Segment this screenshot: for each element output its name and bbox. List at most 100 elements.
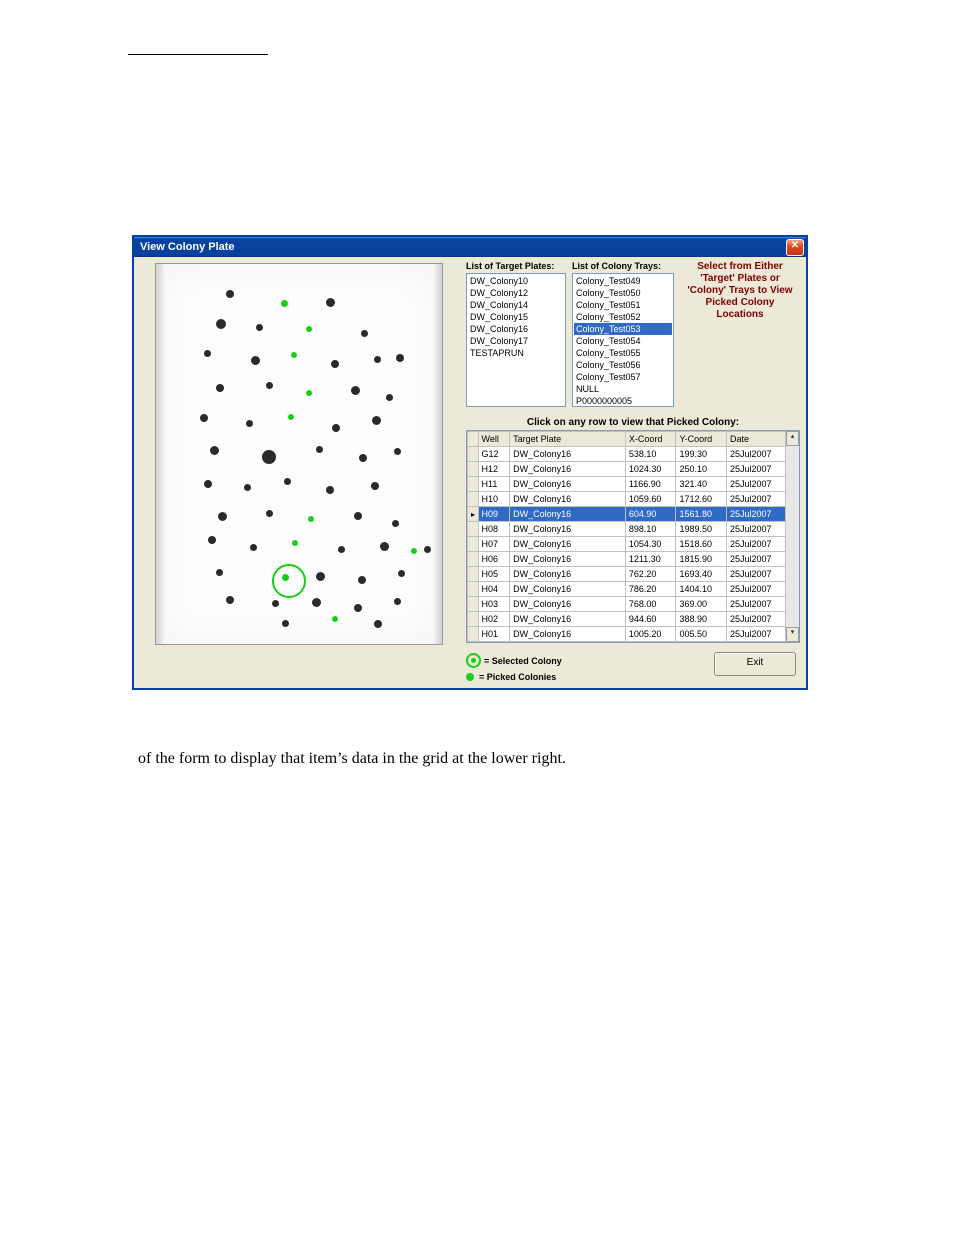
list-item[interactable]: DW_Colony10	[468, 275, 564, 287]
list-item[interactable]: NULL	[574, 383, 672, 395]
colony-dot[interactable]	[332, 424, 340, 432]
picked-colony-dot[interactable]	[332, 616, 338, 622]
list-item[interactable]: DW_Colony16	[468, 323, 564, 335]
colony-dot[interactable]	[204, 480, 212, 488]
colony-dot[interactable]	[374, 356, 381, 363]
colony-dot[interactable]	[244, 484, 251, 491]
colony-dot[interactable]	[210, 446, 219, 455]
table-row[interactable]: H01DW_Colony161005.20005.5025Jul2007	[468, 627, 786, 642]
column-header[interactable]: Target Plate	[510, 432, 626, 447]
colony-dot[interactable]	[386, 394, 393, 401]
colony-dot[interactable]	[326, 298, 335, 307]
colony-dot[interactable]	[394, 448, 401, 455]
picked-colony-dot[interactable]	[291, 352, 297, 358]
list-item[interactable]: DW_Colony17	[468, 335, 564, 347]
table-row[interactable]: H08DW_Colony16898.101989.5025Jul2007	[468, 522, 786, 537]
colony-dot[interactable]	[396, 354, 404, 362]
scroll-up-icon[interactable]: ▴	[786, 431, 799, 446]
colony-dot[interactable]	[312, 598, 321, 607]
colony-dot[interactable]	[262, 450, 276, 464]
colony-dot[interactable]	[216, 569, 223, 576]
exit-button[interactable]: Exit	[714, 652, 796, 676]
list-item[interactable]: P0000000005	[574, 395, 672, 407]
picked-colony-dot[interactable]	[306, 326, 312, 332]
colony-dot[interactable]	[250, 544, 257, 551]
list-item[interactable]: Colony_Test052	[574, 311, 672, 323]
picked-colony-dot[interactable]	[292, 540, 298, 546]
colony-dot[interactable]	[394, 598, 401, 605]
colony-dot[interactable]	[226, 290, 234, 298]
list-item[interactable]: DW_Colony15	[468, 311, 564, 323]
titlebar[interactable]: View Colony Plate ✕	[134, 237, 806, 257]
colony-dot[interactable]	[354, 512, 362, 520]
grid-scrollbar[interactable]: ▴ ▾	[785, 431, 799, 642]
colony-dot[interactable]	[282, 620, 289, 627]
table-row[interactable]: H07DW_Colony161054.301518.6025Jul2007	[468, 537, 786, 552]
column-header[interactable]: Y-Coord	[676, 432, 727, 447]
colony-dot[interactable]	[371, 482, 379, 490]
list-item[interactable]: DW_Colony14	[468, 299, 564, 311]
picked-colony-dot[interactable]	[308, 516, 314, 522]
colony-grid[interactable]: WellTarget PlateX-CoordY-CoordDate G12DW…	[466, 430, 800, 643]
colony-dot[interactable]	[338, 546, 345, 553]
picked-colony-dot[interactable]	[411, 548, 417, 554]
colony-dot[interactable]	[284, 478, 291, 485]
colony-dot[interactable]	[216, 384, 224, 392]
picked-colony-dot[interactable]	[306, 390, 312, 396]
colony-dot[interactable]	[200, 414, 208, 422]
colony-dot[interactable]	[380, 542, 389, 551]
colony-dot[interactable]	[246, 420, 253, 427]
list-item[interactable]: DW_Colony12	[468, 287, 564, 299]
close-button[interactable]: ✕	[786, 239, 804, 256]
colony-dot[interactable]	[424, 546, 431, 553]
colony-dot[interactable]	[208, 536, 216, 544]
colony-dot[interactable]	[266, 510, 273, 517]
table-row[interactable]: H11DW_Colony161166.90321.4025Jul2007	[468, 477, 786, 492]
colony-dot[interactable]	[316, 446, 323, 453]
colony-dot[interactable]	[251, 356, 260, 365]
colony-dot[interactable]	[351, 386, 360, 395]
table-row[interactable]: G12DW_Colony16538.10199.3025Jul2007	[468, 447, 786, 462]
table-row[interactable]: H02DW_Colony16944.60388.9025Jul2007	[468, 612, 786, 627]
table-row[interactable]: H09DW_Colony16604.901561.8025Jul2007	[468, 507, 786, 522]
colony-dot[interactable]	[374, 620, 382, 628]
list-item[interactable]: Colony_Test050	[574, 287, 672, 299]
table-row[interactable]: H04DW_Colony16786.201404.1025Jul2007	[468, 582, 786, 597]
colony-dot[interactable]	[331, 360, 339, 368]
scroll-down-icon[interactable]: ▾	[786, 627, 799, 642]
picked-colony-dot[interactable]	[281, 300, 288, 307]
colony-dot[interactable]	[204, 350, 211, 357]
colony-dot[interactable]	[372, 416, 381, 425]
list-item[interactable]: Colony_Test057	[574, 371, 672, 383]
colony-dot[interactable]	[218, 512, 227, 521]
picked-colony-dot[interactable]	[288, 414, 294, 420]
list-item[interactable]: Colony_Test051	[574, 299, 672, 311]
table-row[interactable]: H06DW_Colony161211.301815.9025Jul2007	[468, 552, 786, 567]
column-header[interactable]: Date	[726, 432, 785, 447]
colony-trays-listbox[interactable]: Colony_Test049Colony_Test050Colony_Test0…	[572, 273, 674, 407]
list-item[interactable]: Colony_Test055	[574, 347, 672, 359]
table-row[interactable]: H05DW_Colony16762.201693.4025Jul2007	[468, 567, 786, 582]
colony-dot[interactable]	[358, 576, 366, 584]
table-row[interactable]: H03DW_Colony16768.00369.0025Jul2007	[468, 597, 786, 612]
colony-dot[interactable]	[272, 600, 279, 607]
plate-image[interactable]	[155, 263, 443, 645]
colony-dot[interactable]	[226, 596, 234, 604]
list-item[interactable]: Colony_Test049	[574, 275, 672, 287]
list-item[interactable]: Colony_Test054	[574, 335, 672, 347]
colony-dot[interactable]	[316, 572, 325, 581]
colony-dot[interactable]	[216, 319, 226, 329]
colony-dot[interactable]	[361, 330, 368, 337]
table-row[interactable]: H10DW_Colony161059.601712.6025Jul2007	[468, 492, 786, 507]
colony-dot[interactable]	[354, 604, 362, 612]
colony-dot[interactable]	[392, 520, 399, 527]
column-header[interactable]: Well	[478, 432, 510, 447]
target-plates-listbox[interactable]: DW_Colony10DW_Colony12DW_Colony14DW_Colo…	[466, 273, 566, 407]
colony-dot[interactable]	[266, 382, 273, 389]
colony-dot[interactable]	[256, 324, 263, 331]
list-item[interactable]: TESTAPRUN	[468, 347, 564, 359]
list-item[interactable]: Colony_Test056	[574, 359, 672, 371]
column-header[interactable]: X-Coord	[625, 432, 676, 447]
colony-dot[interactable]	[359, 454, 367, 462]
list-item[interactable]: Colony_Test053	[574, 323, 672, 335]
